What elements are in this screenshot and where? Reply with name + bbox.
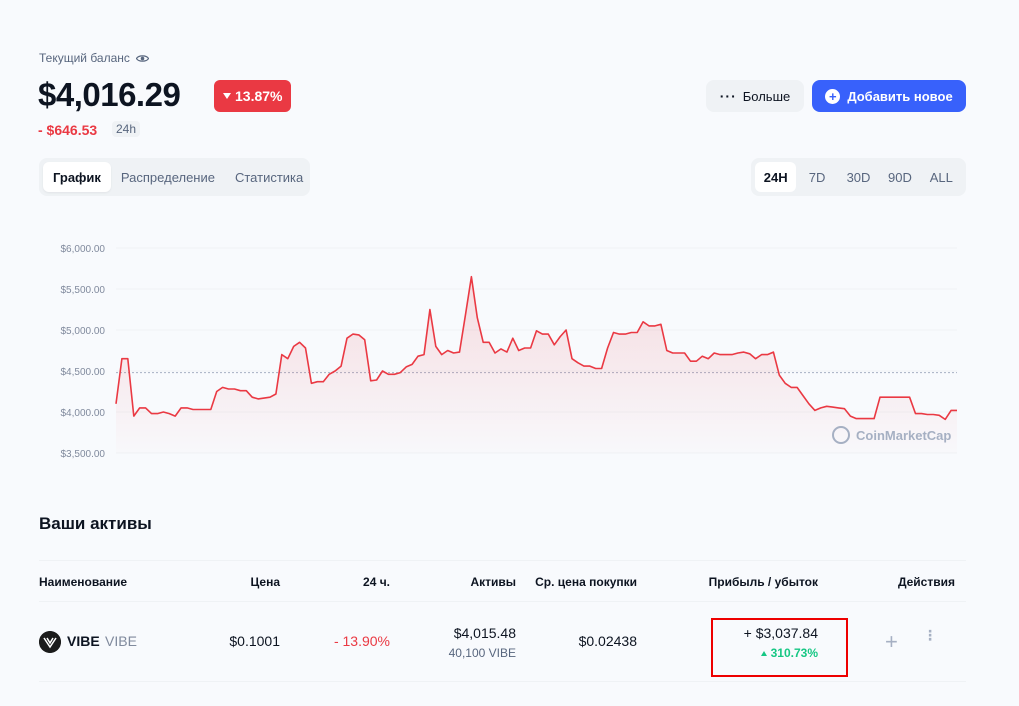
y-tick-label: $5,000.00 [61, 326, 106, 337]
y-tick-label: $3,500.00 [61, 449, 106, 460]
y-tick-label: $6,000.00 [61, 244, 106, 255]
y-tick-label: $5,500.00 [61, 285, 106, 296]
col-name[interactable]: Наименование [39, 575, 127, 589]
change-abs: - $646.53 [38, 122, 98, 138]
range-selector: 24H 7D 30D 90D ALL [751, 158, 966, 196]
balance-chart: $6,000.00 $5,500.00 $5,000.00 $4,500.00 $4,0… [61, 244, 957, 460]
assets-title: Ваши активы [39, 514, 152, 533]
avg-buy-price: $0.02438 [578, 633, 637, 649]
table-header: Наименование Цена 24 ч. Активы Ср. цена … [39, 560, 966, 602]
table-row[interactable]: VIBE VIBE $0.1001 - 13.90% $4,015.48 40,… [39, 602, 966, 682]
balance-value: $4,016.29 [38, 76, 181, 113]
view-tabs: График Распределение Статистика [39, 158, 310, 196]
y-tick-label: $4,000.00 [61, 408, 106, 419]
plus-circle-icon: + [825, 88, 841, 104]
pnl-value: + $3,037.84 [743, 625, 818, 641]
add-new-button-label: Добавить новое [847, 88, 953, 104]
col-change[interactable]: 24 ч. [363, 575, 390, 589]
pnl-pct: 310.73% [770, 646, 818, 660]
tab-allocation[interactable]: Распределение [111, 162, 225, 192]
range-90d[interactable]: 90D [879, 162, 920, 192]
col-avg-buy[interactable]: Ср. цена покупки [535, 575, 637, 589]
watermark-text: CoinMarketCap [856, 428, 951, 443]
dots-icon: ··· [719, 88, 737, 104]
more-button-label: Больше [742, 88, 791, 104]
change-badge: 13.87% [214, 80, 292, 112]
tab-statistics[interactable]: Статистика [225, 162, 313, 192]
more-actions-icon[interactable]: ⋮ [923, 628, 937, 642]
triangle-down-icon [223, 93, 231, 99]
add-new-button[interactable]: + Добавить новое [812, 80, 966, 112]
range-all[interactable]: ALL [921, 162, 962, 192]
coin-price: $0.1001 [229, 633, 280, 649]
range-7d[interactable]: 7D [796, 162, 837, 192]
coin-symbol: VIBE [105, 633, 137, 649]
col-pnl[interactable]: Прибыль / убыток [709, 575, 818, 589]
col-price[interactable]: Цена [250, 575, 280, 589]
vibe-logo-icon [39, 631, 61, 653]
balance-label: Текущий баланс [39, 51, 149, 65]
more-button[interactable]: ··· Больше [706, 80, 804, 112]
coin-change: - 13.90% [333, 633, 390, 649]
tab-chart[interactable]: График [43, 162, 111, 192]
holdings-amount: 40,100 VIBE [448, 646, 516, 660]
area-fill [116, 276, 957, 453]
col-actions: Действия [897, 575, 955, 589]
coin-name[interactable]: VIBE [67, 633, 100, 649]
assets-table: Наименование Цена 24 ч. Активы Ср. цена … [39, 560, 966, 682]
triangle-up-icon [760, 651, 767, 657]
eye-icon[interactable] [135, 54, 149, 63]
period-pill: 24h [112, 121, 141, 137]
col-holdings[interactable]: Активы [470, 575, 516, 589]
y-tick-label: $4,500.00 [61, 367, 106, 378]
range-24h[interactable]: 24H [755, 162, 797, 192]
balance-label-text: Текущий баланс [39, 51, 130, 65]
change-pct: 13.87% [235, 88, 283, 104]
holdings-value: $4,015.48 [453, 625, 516, 641]
range-30d[interactable]: 30D [838, 162, 879, 192]
add-transaction-icon[interactable]: + [885, 629, 898, 655]
pnl-pct-wrap: 310.73% [760, 646, 818, 660]
